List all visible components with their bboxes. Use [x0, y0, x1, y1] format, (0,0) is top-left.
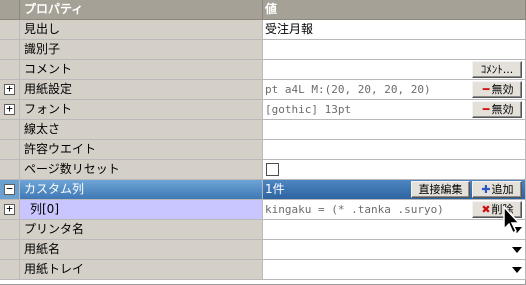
collapse-icon[interactable]: −	[4, 183, 15, 195]
minus-icon: ━	[482, 103, 490, 116]
row-label: 線太さ	[20, 120, 263, 140]
row-font[interactable]: + フォント [gothic] 13pt ━ 無効	[0, 100, 526, 120]
row-page-reset[interactable]: ページ数リセット	[0, 160, 526, 180]
row-label: 用紙設定	[20, 80, 263, 100]
property-grid: プロパティ 値 見出し 受注月報 識別子 コメント ｺﾒﾝﾄ... + 用紙設定…	[0, 0, 526, 285]
row-identifier[interactable]: 識別子	[0, 40, 526, 60]
row-label: 列[0]	[20, 200, 263, 220]
header-property: プロパティ	[20, 0, 263, 20]
row-allowed-weight[interactable]: 許容ウエイト	[0, 140, 526, 160]
add-column-button[interactable]: ✚追加	[472, 181, 522, 198]
row-label: 識別子	[20, 40, 263, 60]
row-label: 許容ウエイト	[20, 140, 263, 160]
page-reset-value	[263, 160, 526, 180]
expand-icon[interactable]: +	[4, 83, 15, 95]
row-label: プリンタ名	[20, 220, 263, 240]
x-icon: ✖	[481, 203, 491, 216]
printer-name-value[interactable]	[263, 220, 526, 240]
page-reset-checkbox[interactable]	[266, 163, 279, 176]
row-label: カスタム列	[20, 180, 263, 200]
row-custom-columns[interactable]: − カスタム列 1件 直接編集 ✚追加	[0, 180, 526, 200]
plus-icon: ✚	[481, 183, 491, 196]
row-label: ページ数リセット	[20, 160, 263, 180]
row-label: 見出し	[20, 20, 263, 40]
direct-edit-button[interactable]: 直接編集	[411, 181, 470, 198]
mouse-cursor-icon	[503, 206, 521, 235]
paper-settings-disable-button[interactable]: ━ 無効	[472, 81, 522, 98]
row-label: フォント	[20, 100, 263, 120]
font-disable-button[interactable]: ━ 無効	[472, 101, 522, 118]
row-line-width[interactable]: 線太さ	[0, 120, 526, 140]
minus-icon: ━	[482, 83, 490, 96]
line-width-value[interactable]	[263, 120, 526, 140]
chevron-down-icon[interactable]	[512, 267, 522, 273]
row-paper-name[interactable]: 用紙名	[0, 240, 526, 260]
row-column-0[interactable]: + 列[0] kingaku = (* .tanka .suryo) ✖削除	[0, 200, 526, 220]
grid-header: プロパティ 値	[0, 0, 526, 20]
expand-icon[interactable]: +	[4, 203, 15, 215]
comment-button[interactable]: ｺﾒﾝﾄ...	[472, 61, 522, 78]
row-comment[interactable]: コメント ｺﾒﾝﾄ...	[0, 60, 526, 80]
row-paper-settings[interactable]: + 用紙設定 pt a4L M:(20, 20, 20, 20) ━ 無効	[0, 80, 526, 100]
paper-tray-value[interactable]	[263, 260, 526, 280]
row-label: 用紙トレイ	[20, 260, 263, 280]
allowed-weight-value[interactable]	[263, 140, 526, 160]
row-heading[interactable]: 見出し 受注月報	[0, 20, 526, 40]
chevron-down-icon[interactable]	[512, 247, 522, 253]
heading-value[interactable]: 受注月報	[263, 20, 526, 40]
row-paper-tray[interactable]: 用紙トレイ	[0, 260, 526, 280]
header-spacer	[0, 0, 20, 20]
header-value: 値	[263, 0, 526, 20]
row-printer-name[interactable]: プリンタ名	[0, 220, 526, 240]
row-label: 用紙名	[20, 240, 263, 260]
paper-name-value[interactable]	[263, 240, 526, 260]
expand-icon[interactable]: +	[4, 103, 15, 115]
identifier-value[interactable]	[263, 40, 526, 60]
row-label: コメント	[20, 60, 263, 80]
